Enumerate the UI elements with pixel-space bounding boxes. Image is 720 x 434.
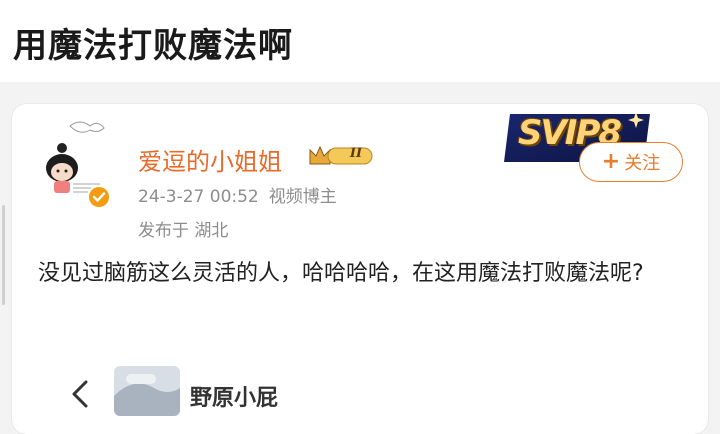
repost-author[interactable]: 野原小屁 <box>190 380 278 412</box>
username[interactable]: 爱逗的小姐姐 <box>138 142 282 177</box>
post-location: 发布于 湖北 <box>138 221 229 241</box>
post-meta: 24-3-27 00:52 视频博主 <box>138 182 337 207</box>
scrollbar[interactable] <box>2 205 5 305</box>
page-title: 用魔法打败魔法啊 <box>13 26 293 66</box>
chevron-left-icon[interactable] <box>68 374 92 414</box>
post-text: 没见过脑筋这么灵活的人，哈哈哈哈，在这用魔法打败魔法呢? <box>38 261 644 286</box>
vip-level: II <box>349 146 363 161</box>
post-card: 爱逗的小姐姐 II 24-3-27 00:52 视频博主 发布于 湖北 SVIP8… <box>12 104 708 434</box>
repost-thumbnail[interactable] <box>114 366 180 416</box>
verified-badge-icon <box>87 185 111 209</box>
follow-label: 关注 <box>624 153 661 174</box>
post-timestamp: 24-3-27 00:52 <box>138 187 259 207</box>
follow-button[interactable]: + 关注 <box>579 142 683 182</box>
plus-icon: + <box>601 149 621 174</box>
author-role: 视频博主 <box>268 187 337 207</box>
title-bar: 用魔法打败魔法啊 <box>0 0 720 82</box>
